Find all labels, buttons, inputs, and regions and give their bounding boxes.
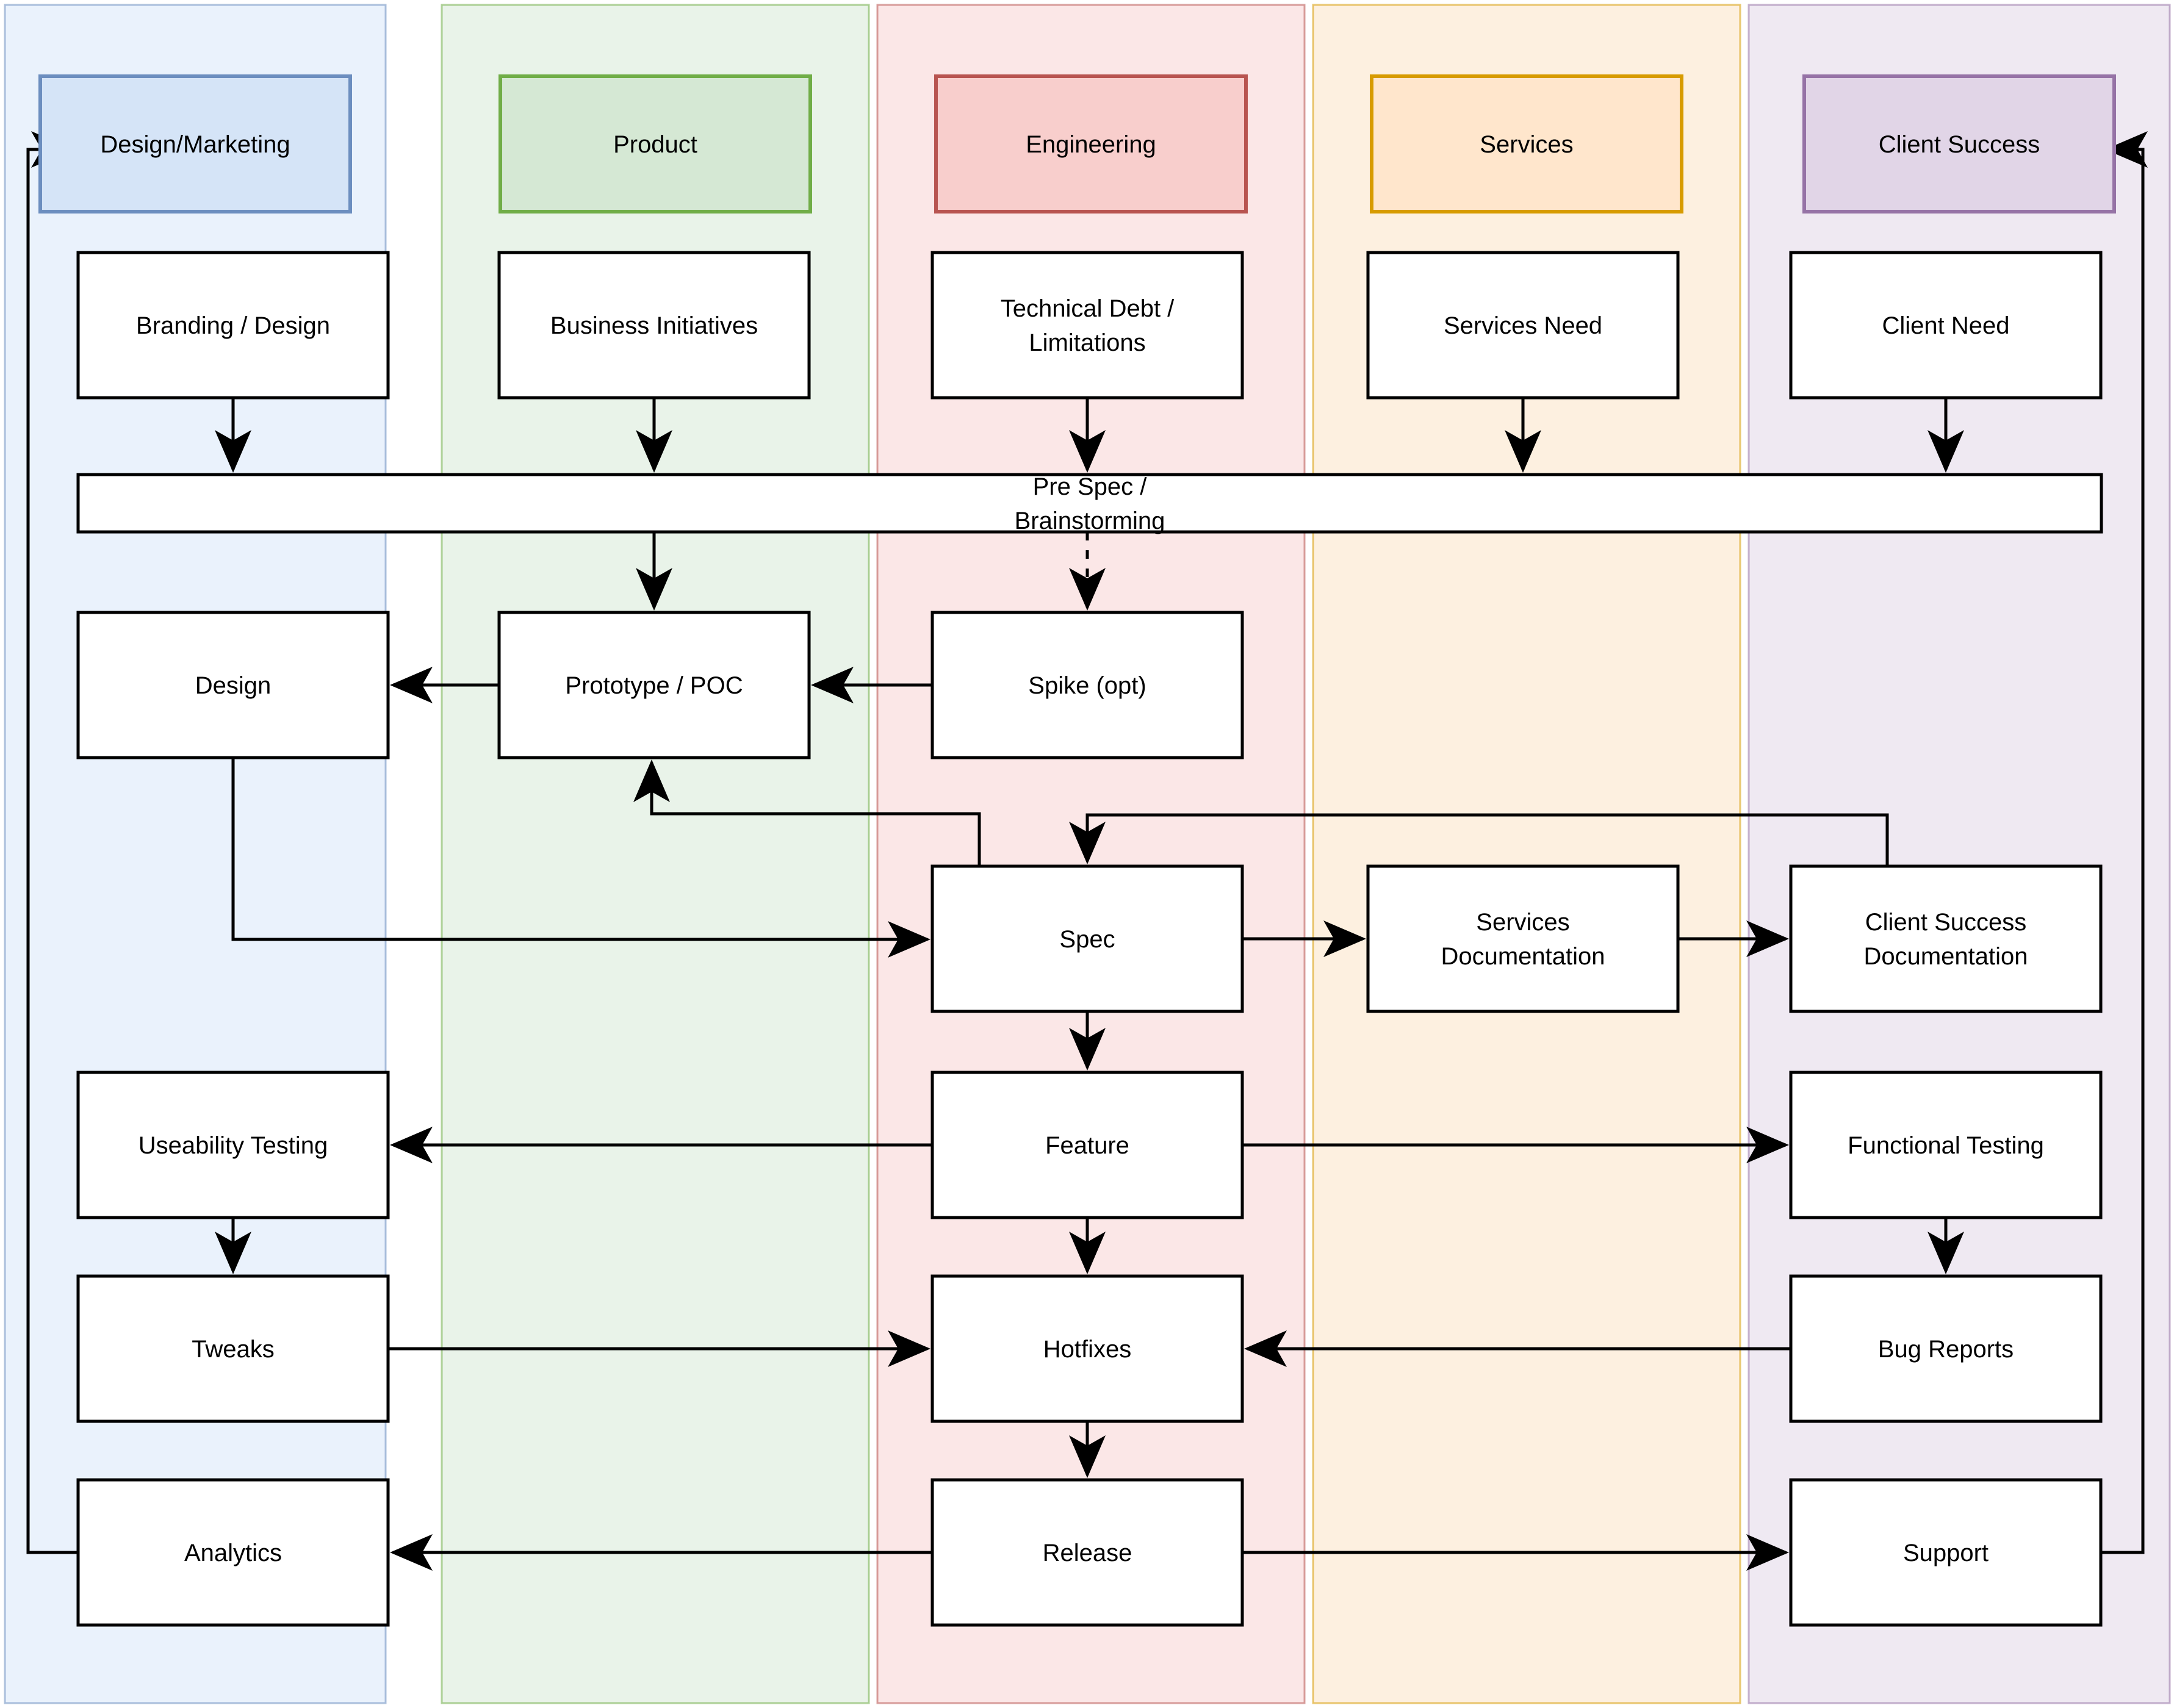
node-branding[interactable]: Branding / Design bbox=[76, 251, 390, 400]
lane-header-label-clientsuccess: Client Success bbox=[1879, 131, 2040, 158]
flowchart-canvas: Design/Marketing Product Engineering Servic… bbox=[0, 0, 2174, 1708]
node-tweaks[interactable]: Tweaks bbox=[76, 1274, 390, 1423]
node-release[interactable]: Release bbox=[930, 1478, 1244, 1627]
lane-header-design[interactable]: Design/Marketing bbox=[38, 74, 352, 214]
lane-header-label-engineering: Engineering bbox=[1026, 131, 1156, 158]
node-support[interactable]: Support bbox=[1789, 1478, 2103, 1627]
node-label-prototype: Prototype / POC bbox=[565, 672, 743, 699]
node-spec[interactable]: Spec bbox=[930, 864, 1244, 1013]
lane-header-clientsuccess[interactable]: Client Success bbox=[1802, 74, 2116, 214]
node-techdebt[interactable]: Technical Debt / Limitations bbox=[930, 251, 1244, 400]
node-label-useability: Useability Testing bbox=[139, 1132, 328, 1159]
lane-header-engineering[interactable]: Engineering bbox=[934, 74, 1248, 214]
node-label-support: Support bbox=[1903, 1540, 1989, 1566]
node-analytics[interactable]: Analytics bbox=[76, 1478, 390, 1627]
lane-header-product[interactable]: Product bbox=[499, 74, 812, 214]
node-label-tweaks: Tweaks bbox=[192, 1336, 275, 1363]
node-label-hotfixes: Hotfixes bbox=[1043, 1336, 1132, 1363]
node-label-analytics: Analytics bbox=[184, 1540, 282, 1566]
node-servicesdoc[interactable]: Services Documentation bbox=[1366, 864, 1680, 1013]
node-useability[interactable]: Useability Testing bbox=[76, 1071, 390, 1219]
node-label-bugreports: Bug Reports bbox=[1878, 1336, 2014, 1363]
node-label-feature: Feature bbox=[1045, 1132, 1129, 1159]
node-label-business: Business Initiatives bbox=[550, 312, 758, 339]
node-hotfixes[interactable]: Hotfixes bbox=[930, 1274, 1244, 1423]
node-label-spike: Spike (opt) bbox=[1028, 672, 1146, 699]
node-csdoc[interactable]: Client Success Documentation bbox=[1789, 864, 2103, 1013]
node-spike[interactable]: Spike (opt) bbox=[930, 611, 1244, 759]
node-clientneed[interactable]: Client Need bbox=[1789, 251, 2103, 400]
node-bugreports[interactable]: Bug Reports bbox=[1789, 1274, 2103, 1423]
node-functional[interactable]: Functional Testing bbox=[1789, 1071, 2103, 1219]
node-label-servicesneed: Services Need bbox=[1444, 312, 1602, 339]
node-prototype[interactable]: Prototype / POC bbox=[497, 611, 811, 759]
node-box-csdoc bbox=[1789, 864, 2103, 1013]
node-feature[interactable]: Feature bbox=[930, 1071, 1244, 1219]
node-servicesneed[interactable]: Services Need bbox=[1366, 251, 1680, 400]
lane-header-services[interactable]: Services bbox=[1370, 74, 1683, 214]
node-label-design: Design bbox=[195, 672, 272, 699]
lane-headers: Design/Marketing Product Engineering Servic… bbox=[38, 74, 2116, 214]
node-label-clientneed: Client Need bbox=[1882, 312, 2009, 339]
lane-header-label-design: Design/Marketing bbox=[100, 131, 290, 158]
node-label-spec: Spec bbox=[1059, 926, 1115, 953]
node-business[interactable]: Business Initiatives bbox=[497, 251, 811, 400]
node-label-functional: Functional Testing bbox=[1848, 1132, 2044, 1159]
swimlane-flowchart-svg: Design/Marketing Product Engineering Servic… bbox=[0, 0, 2174, 1708]
lane-header-label-product: Product bbox=[613, 131, 697, 158]
node-label-branding: Branding / Design bbox=[136, 312, 330, 339]
node-box-servicesdoc bbox=[1366, 864, 1680, 1013]
node-design[interactable]: Design bbox=[76, 611, 390, 759]
node-label-release: Release bbox=[1043, 1540, 1132, 1566]
lane-header-label-services: Services bbox=[1480, 131, 1573, 158]
node-box-techdebt bbox=[930, 251, 1244, 400]
node-prespec[interactable]: Pre Spec / Brainstorming bbox=[76, 473, 2103, 534]
